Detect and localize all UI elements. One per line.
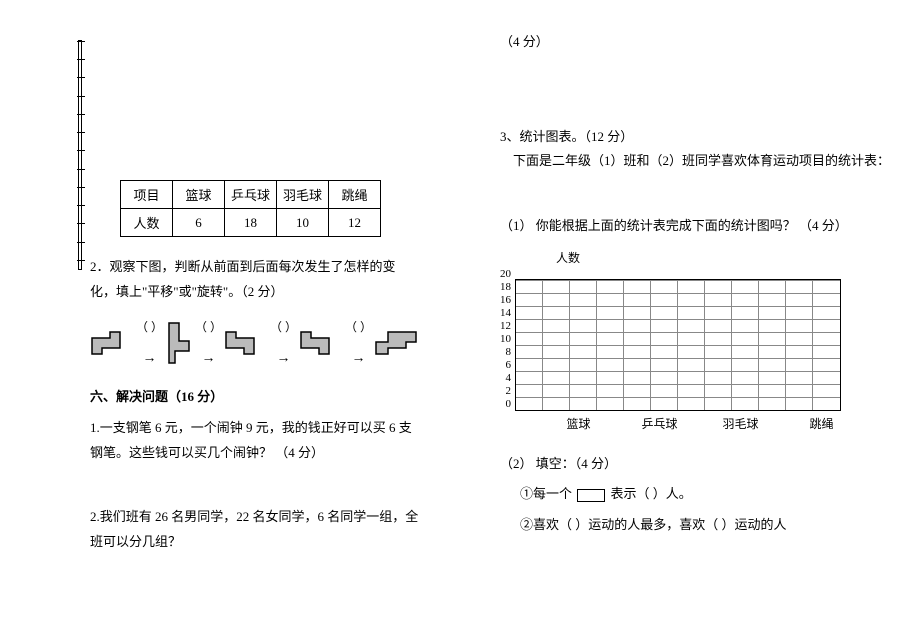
arrow-icon: → xyxy=(143,337,157,367)
fill-line-1: ①每一个 表示（ ）人。 xyxy=(520,482,890,507)
th-count: 人数 xyxy=(121,209,173,237)
ytick-20: 20 xyxy=(500,268,511,281)
xtick-2: 乒乓球 xyxy=(619,415,700,432)
shape-1 xyxy=(90,328,134,358)
chart-grid xyxy=(515,279,841,411)
td-v2: 18 xyxy=(225,209,277,237)
paren-3: （ ） xyxy=(270,318,297,335)
th-c3: 羽毛球 xyxy=(277,181,329,209)
shape-3 xyxy=(224,328,268,358)
paren-4: （ ） xyxy=(345,318,372,335)
ruler-graphic xyxy=(78,40,82,270)
top-marks: （4 分） xyxy=(500,30,890,55)
q6-1: 1.一支钢笔 6 元，一个闹钟 9 元，我的钱正好可以买 6 支钢笔。这些钱可以… xyxy=(90,416,420,465)
shape-2 xyxy=(165,321,193,365)
td-v4: 12 xyxy=(329,209,381,237)
q3-desc: 下面是二年级（1）班和（2）班同学喜欢体育运动项目的统计表： xyxy=(500,149,890,174)
arrow-icon: → xyxy=(277,337,291,367)
left-column: 项目 篮球 乒乓球 羽毛球 跳绳 人数 6 18 10 12 2．观察下图，判断… xyxy=(0,0,460,630)
gap-1: （ ） → xyxy=(136,318,163,367)
ytick-12: 12 xyxy=(500,320,511,333)
th-item: 项目 xyxy=(121,181,173,209)
q3-2: （2） 填空：（4 分） xyxy=(500,452,890,477)
xtick-4: 跳绳 xyxy=(781,415,862,432)
chart-block: 人数 0 2 4 6 8 10 12 14 16 18 20 篮球 乒乓球 羽毛… xyxy=(500,249,890,432)
q2-prompt: 2．观察下图，判断从前面到后面每次发生了怎样的变化，填上"平移"或"旋转"。（2… xyxy=(90,255,420,304)
fill1-a: ①每一个 xyxy=(520,486,572,501)
ytick-14: 14 xyxy=(500,307,511,320)
ytick-18: 18 xyxy=(500,281,511,294)
box-icon xyxy=(577,489,605,502)
ytick-16: 16 xyxy=(500,294,511,307)
ytick-10: 10 xyxy=(500,333,511,346)
arrow-icon: → xyxy=(352,337,366,367)
th-c2: 乒乓球 xyxy=(225,181,277,209)
chart-area: 0 2 4 6 8 10 12 14 16 18 20 xyxy=(500,268,890,411)
section-6-title: 六、解决问题（16 分） xyxy=(90,385,420,410)
fill1-b: 表示（ ）人。 xyxy=(611,486,692,501)
y-axis: 0 2 4 6 8 10 12 14 16 18 20 xyxy=(500,268,515,411)
ytick-6: 6 xyxy=(500,359,511,372)
shape-4 xyxy=(299,328,343,358)
q3-header: 3、统计图表。（12 分） xyxy=(500,125,890,150)
gap-2: （ ） → xyxy=(195,318,222,367)
xtick-1: 篮球 xyxy=(538,415,619,432)
ytick-2: 2 xyxy=(500,385,511,398)
ytick-4: 4 xyxy=(500,372,511,385)
ytick-0: 0 xyxy=(500,398,511,411)
chart-ylabel: 人数 xyxy=(556,249,890,266)
th-c1: 篮球 xyxy=(173,181,225,209)
th-c4: 跳绳 xyxy=(329,181,381,209)
gap-4: （ ） → xyxy=(345,318,372,367)
paren-1: （ ） xyxy=(136,318,163,335)
x-axis: 篮球 乒乓球 羽毛球 跳绳 xyxy=(538,415,890,432)
paren-2: （ ） xyxy=(195,318,222,335)
td-v3: 10 xyxy=(277,209,329,237)
fill-block: （2） 填空：（4 分） ①每一个 表示（ ）人。 ②喜欢（ ）运动的人最多，喜… xyxy=(500,452,890,538)
td-v1: 6 xyxy=(173,209,225,237)
fill-line-2: ②喜欢（ ）运动的人最多，喜欢（ ）运动的人 xyxy=(520,513,890,538)
ytick-8: 8 xyxy=(500,346,511,359)
gap-3: （ ） → xyxy=(270,318,297,367)
arrow-icon: → xyxy=(202,337,216,367)
q3-1: （1） 你能根据上面的统计表完成下面的统计图吗？ （4 分） xyxy=(500,214,890,239)
right-column: （4 分） 3、统计图表。（12 分） 下面是二年级（1）班和（2）班同学喜欢体… xyxy=(460,0,920,630)
shapes-row: （ ） → （ ） → （ ） → （ ） → xyxy=(90,318,420,367)
stats-table: 项目 篮球 乒乓球 羽毛球 跳绳 人数 6 18 10 12 xyxy=(120,180,381,237)
shape-5 xyxy=(374,328,418,358)
xtick-3: 羽毛球 xyxy=(700,415,781,432)
q6-2: 2.我们班有 26 名男同学，22 名女同学，6 名同学一组，全班可以分几组？ xyxy=(90,505,420,554)
